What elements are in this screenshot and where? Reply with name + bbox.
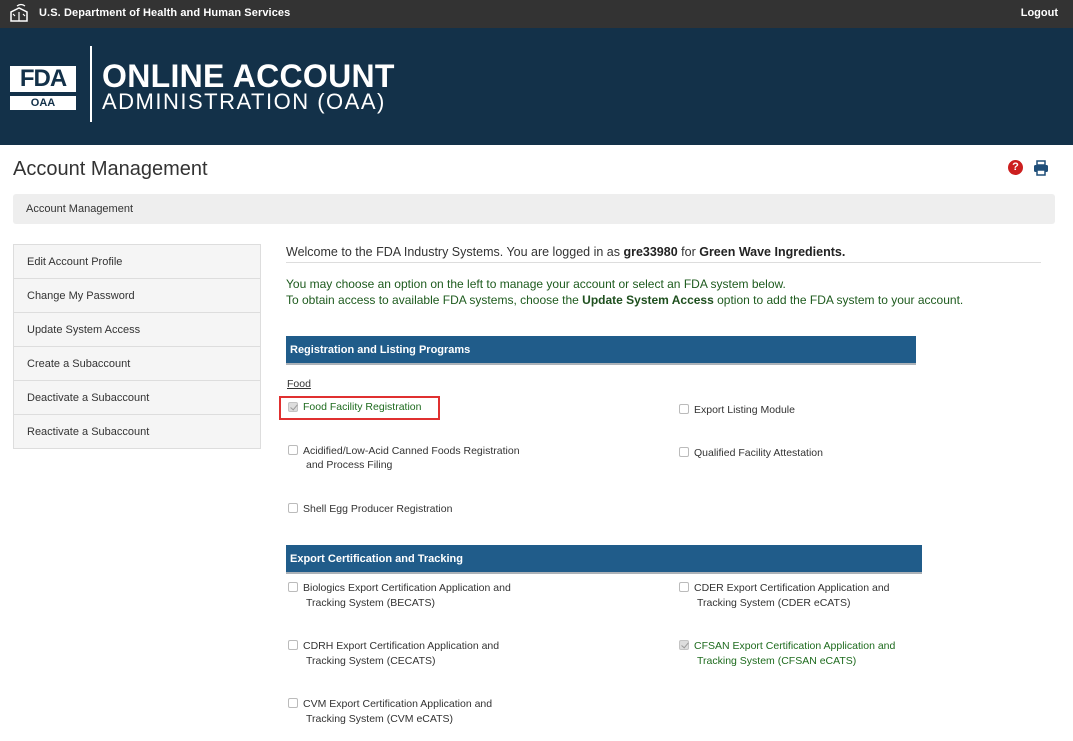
info-line2-bold: Update System Access (582, 293, 714, 307)
checkbox-acidified-lacf[interactable] (288, 445, 298, 455)
option-export-listing-module[interactable]: Export Listing Module (694, 403, 795, 418)
checkbox-qualified-facility-attestation[interactable] (679, 447, 689, 457)
print-icon[interactable] (1033, 160, 1049, 176)
option-cdrh-line2[interactable]: Tracking System (CECATS) (306, 654, 436, 669)
info-line2-prefix: To obtain access to available FDA system… (286, 293, 583, 307)
section-header-registration: Registration and Listing Programs (286, 336, 916, 365)
fda-oaa-logo: FDA OAA (10, 66, 76, 110)
banner-divider (90, 46, 92, 122)
info-text-line2: To obtain access to available FDA system… (286, 293, 963, 307)
checkbox-export-listing-module[interactable] (679, 404, 689, 414)
sidebar-item-label: Deactivate a Subaccount (27, 392, 150, 404)
option-becats-line1[interactable]: Biologics Export Certification Applicati… (303, 581, 511, 596)
info-line2-suffix: option to add the FDA system to your acc… (713, 293, 964, 307)
checkbox-becats[interactable] (288, 582, 298, 592)
option-acidified-line1[interactable]: Acidified/Low-Acid Canned Foods Registra… (303, 444, 520, 459)
option-becats-line2[interactable]: Tracking System (BECATS) (306, 596, 435, 611)
logout-link[interactable]: Logout (1021, 7, 1058, 19)
section-header-export: Export Certification and Tracking (286, 545, 922, 574)
banner-title-line2: ADMINISTRATION (OAA) (102, 89, 386, 114)
sidebar-item-label: Change My Password (27, 290, 135, 302)
welcome-message: Welcome to the FDA Industry Systems. You… (286, 245, 845, 259)
sidebar-item-reactivate-subaccount[interactable]: Reactivate a Subaccount (14, 415, 260, 448)
option-qualified-facility-attestation[interactable]: Qualified Facility Attestation (694, 446, 823, 461)
section-title: Export Certification and Tracking (290, 553, 463, 565)
checkbox-cfsan-ecats[interactable] (679, 640, 689, 650)
breadcrumb-current: Account Management (26, 203, 134, 215)
highlight-box (279, 396, 440, 420)
sidebar-item-label: Update System Access (27, 324, 141, 336)
sidebar-item-change-password[interactable]: Change My Password (14, 279, 260, 313)
sidebar-item-edit-account-profile[interactable]: Edit Account Profile (14, 245, 260, 279)
company-name: Green Wave Ingredients. (699, 245, 846, 259)
help-icon[interactable]: ? (1008, 160, 1023, 175)
hhs-logo-icon (8, 3, 30, 25)
welcome-mid: for (677, 245, 700, 259)
page-title: Account Management (13, 158, 208, 180)
sidebar-item-label: Reactivate a Subaccount (27, 426, 150, 438)
option-cvm-line1[interactable]: CVM Export Certification Application and (303, 697, 492, 712)
checkbox-shell-egg-producer[interactable] (288, 503, 298, 513)
sidebar-item-label: Edit Account Profile (27, 256, 123, 268)
checkbox-cecats[interactable] (288, 640, 298, 650)
username: gre33980 (623, 245, 678, 259)
fda-logo-text: FDA (10, 66, 76, 92)
oaa-logo-text: OAA (10, 96, 76, 110)
welcome-divider (286, 262, 1041, 263)
option-cdrh-line1[interactable]: CDRH Export Certification Application an… (303, 639, 499, 654)
option-acidified-line2[interactable]: and Process Filing (306, 458, 392, 473)
checkbox-cvm-ecats[interactable] (288, 698, 298, 708)
option-cfsan-line2[interactable]: Tracking System (CFSAN eCATS) (697, 654, 856, 669)
info-text-line1: You may choose an option on the left to … (286, 277, 786, 291)
sidebar-menu: Edit Account Profile Change My Password … (13, 244, 261, 449)
sidebar-item-label: Create a Subaccount (27, 358, 131, 370)
breadcrumb: Account Management (13, 194, 1055, 224)
option-cder-line2[interactable]: Tracking System (CDER eCATS) (697, 596, 850, 611)
option-cvm-line2[interactable]: Tracking System (CVM eCATS) (306, 712, 453, 727)
checkbox-cder-ecats[interactable] (679, 582, 689, 592)
agency-name: U.S. Department of Health and Human Serv… (39, 7, 291, 19)
welcome-prefix: Welcome to the FDA Industry Systems. You… (286, 245, 624, 259)
section-title: Registration and Listing Programs (290, 344, 471, 356)
subhead-food: Food (287, 378, 311, 390)
sidebar-item-deactivate-subaccount[interactable]: Deactivate a Subaccount (14, 381, 260, 415)
option-cfsan-line1[interactable]: CFSAN Export Certification Application a… (694, 639, 895, 654)
top-bar: U.S. Department of Health and Human Serv… (0, 0, 1073, 28)
option-shell-egg-producer[interactable]: Shell Egg Producer Registration (303, 502, 452, 517)
sidebar-item-update-system-access[interactable]: Update System Access (14, 313, 260, 347)
option-cder-line1[interactable]: CDER Export Certification Application an… (694, 581, 890, 596)
sidebar-item-create-subaccount[interactable]: Create a Subaccount (14, 347, 260, 381)
